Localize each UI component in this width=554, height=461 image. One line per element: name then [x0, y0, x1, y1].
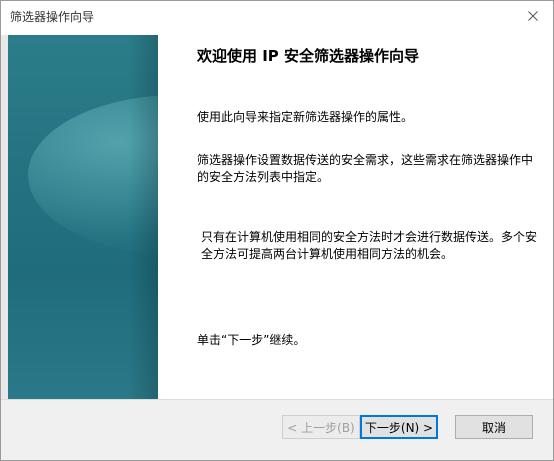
wizard-heading: 欢迎使用 IP 安全筛选器操作向导: [197, 47, 420, 65]
wizard-window: 筛选器操作向导 欢迎使用 IP 安全筛选器操作向导 使用此向导来指定新筛选器操作…: [0, 0, 554, 461]
next-button[interactable]: 下一步(N) >: [360, 415, 438, 439]
continue-instruction: 单击“下一步”继续。: [197, 333, 306, 347]
security-methods-paragraph: 只有在计算机使用相同的安全方法时才会进行数据传送。多个安全方法可提高两台计算机使…: [201, 230, 538, 261]
close-button[interactable]: [513, 1, 553, 31]
left-edge: [1, 35, 8, 399]
title-bar: 筛选器操作向导: [1, 1, 553, 31]
wizard-side-banner: [8, 35, 158, 399]
window-title: 筛选器操作向导: [10, 10, 95, 24]
footer-separator: [1, 399, 553, 400]
close-icon: [528, 11, 538, 21]
cancel-button[interactable]: 取消: [455, 415, 533, 439]
back-button[interactable]: < 上一步(B): [282, 415, 360, 439]
description-paragraph: 筛选器操作设置数据传送的安全需求，这些需求在筛选器操作中的安全方法列表中指定。: [197, 153, 534, 184]
intro-paragraph: 使用此向导来指定新筛选器操作的属性。: [197, 110, 414, 124]
wizard-content: 欢迎使用 IP 安全筛选器操作向导 使用此向导来指定新筛选器操作的属性。 筛选器…: [1, 31, 553, 399]
